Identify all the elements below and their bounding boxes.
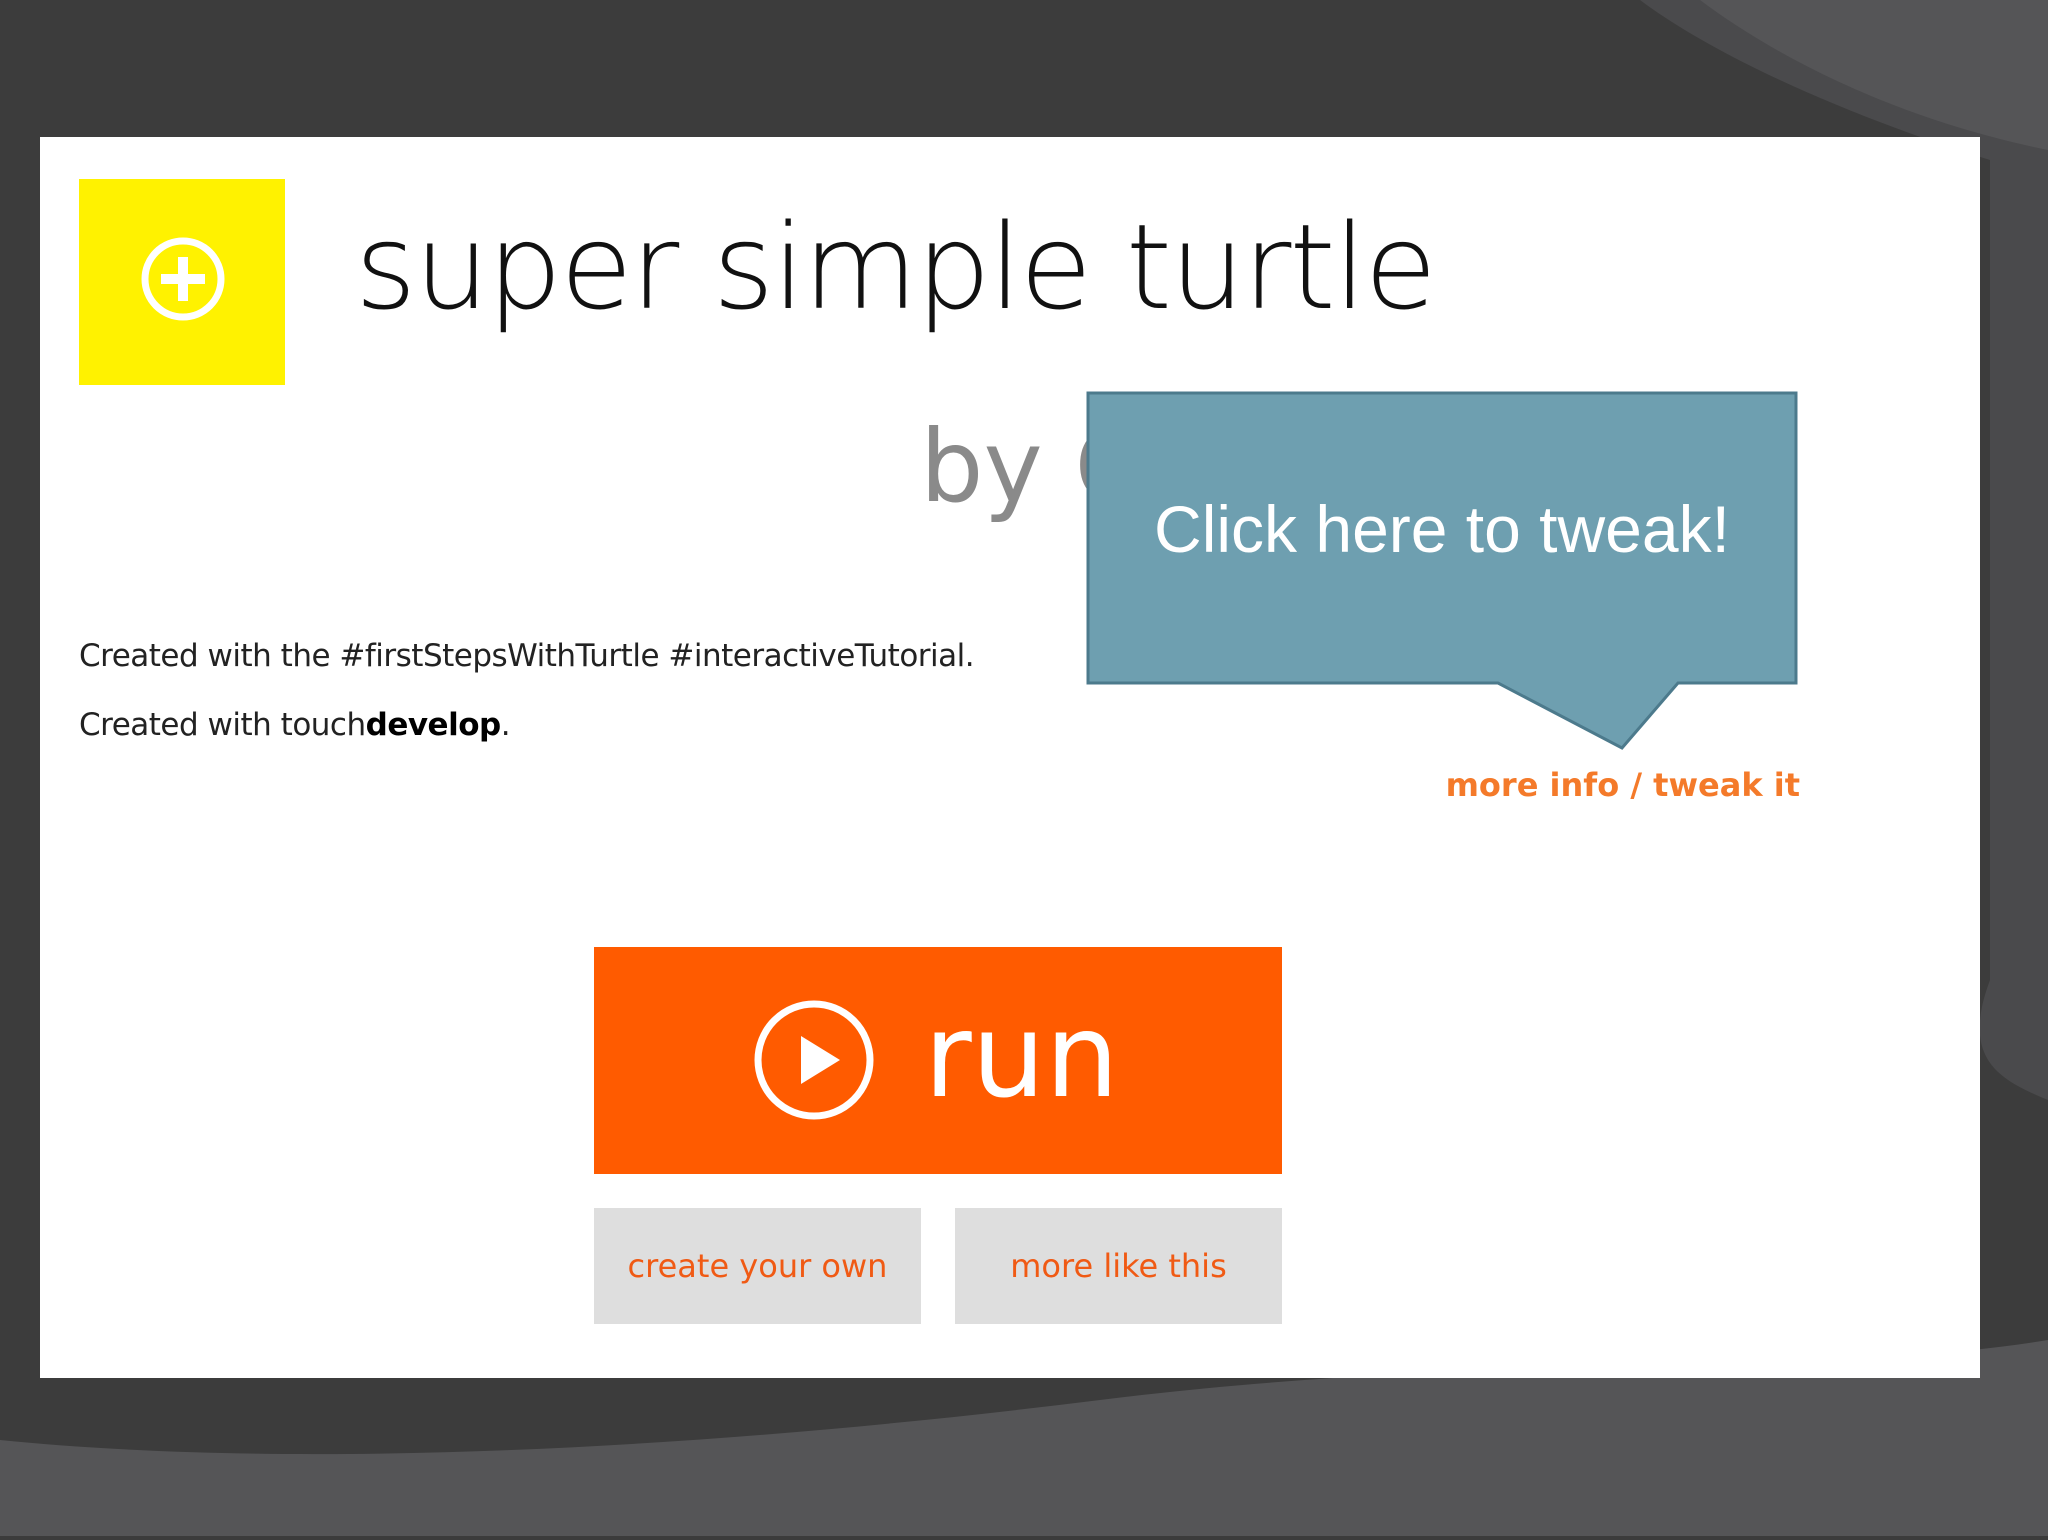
more-info-tweak-link[interactable]: more info / tweak it bbox=[1446, 766, 1800, 804]
plus-circle-icon bbox=[141, 237, 225, 321]
run-button[interactable]: run bbox=[594, 947, 1282, 1174]
app-title: super simple turtle bbox=[355, 198, 1437, 336]
touchdevelop-brand: develop bbox=[365, 707, 502, 743]
more-like-this-button[interactable]: more like this bbox=[955, 1208, 1282, 1324]
app-tile bbox=[79, 179, 285, 385]
play-circle-icon bbox=[754, 1000, 874, 1120]
description-line-2-suffix: . bbox=[500, 707, 511, 743]
app-details-panel: super simple turtle by C Created with th… bbox=[40, 137, 1980, 1378]
create-your-own-button[interactable]: create your own bbox=[594, 1208, 921, 1324]
run-label: run bbox=[924, 989, 1119, 1124]
callout-text: Click here to tweak! bbox=[1154, 492, 1730, 566]
tweak-callout: Click here to tweak! bbox=[1086, 391, 1798, 751]
description-line-1: Created with the #firstStepsWithTurtle #… bbox=[79, 638, 975, 674]
description-line-2-prefix: Created with touch bbox=[79, 707, 366, 743]
description-line-2: Created with touchdevelop. bbox=[79, 707, 511, 743]
callout-shape bbox=[1086, 391, 1798, 750]
